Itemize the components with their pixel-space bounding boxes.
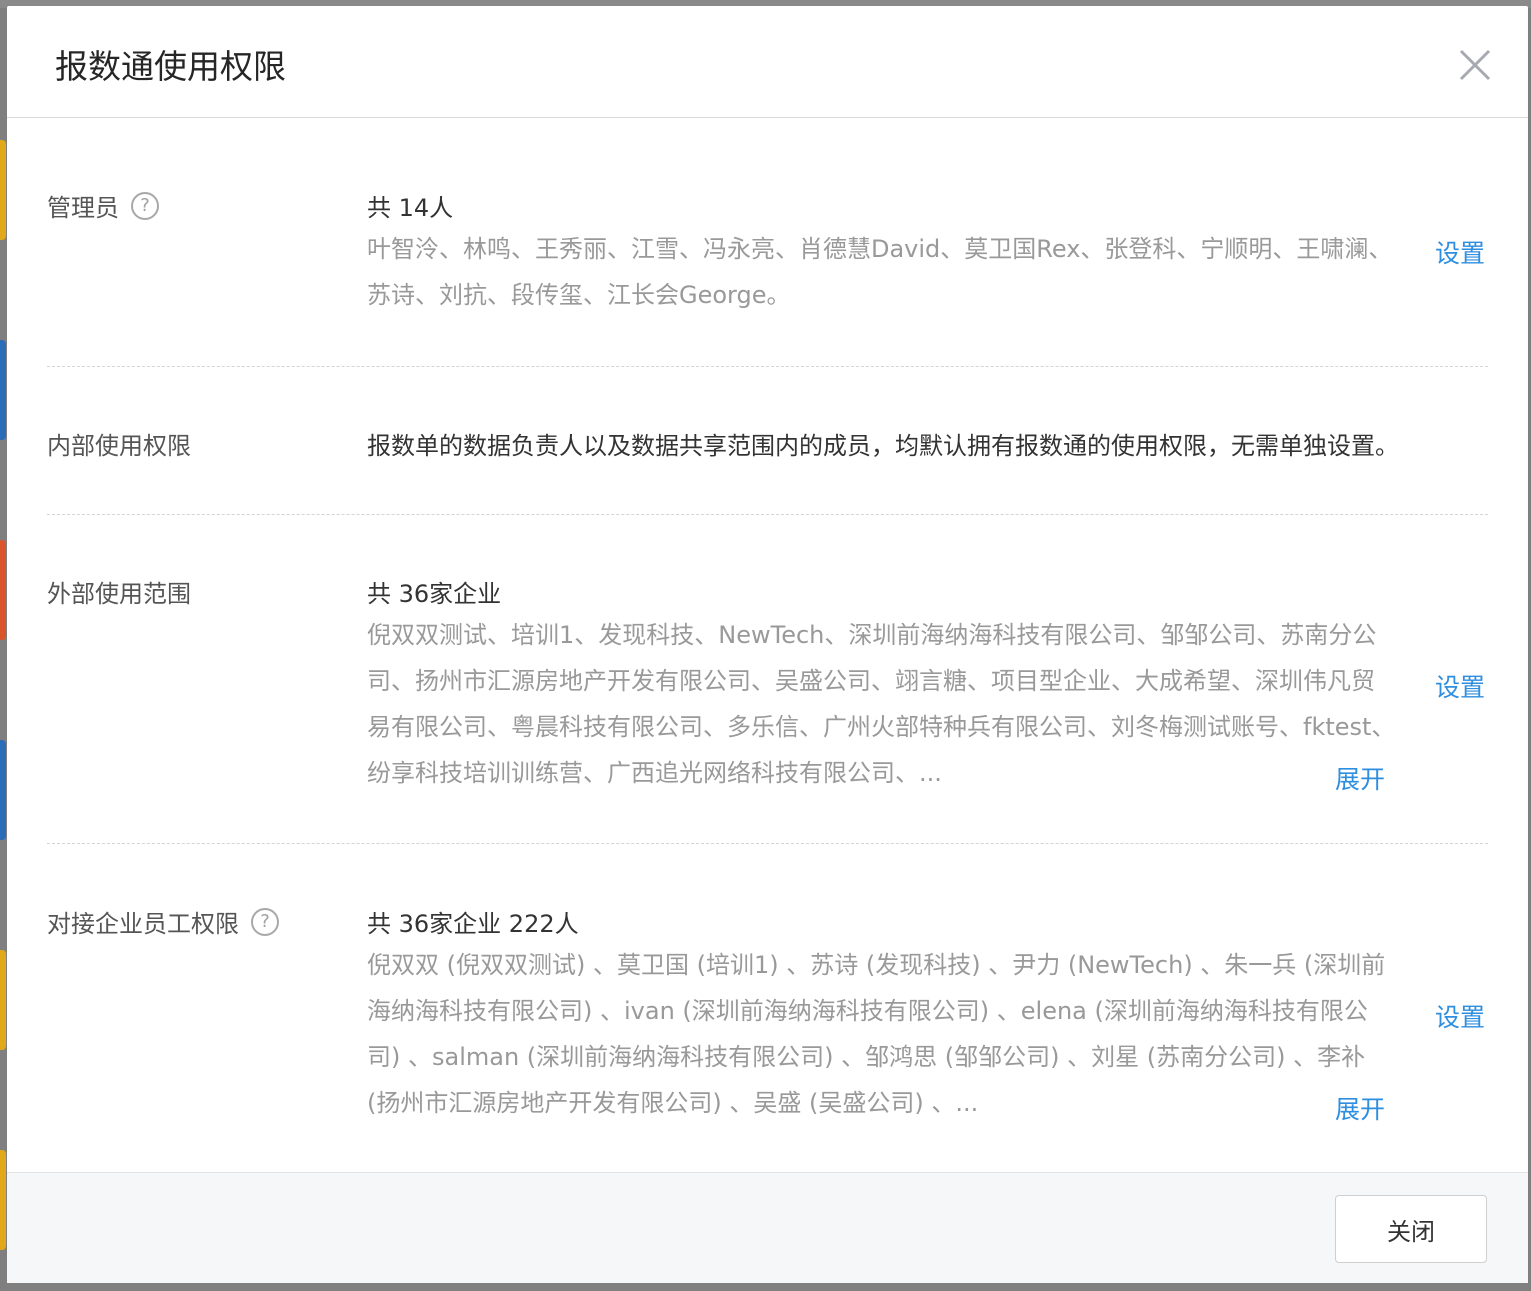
internal-label: 内部使用权限 <box>47 432 191 460</box>
dialog-header: 报数通使用权限 <box>7 6 1528 118</box>
section-divider <box>47 366 1488 367</box>
external-settings-link[interactable]: 设置 <box>1435 668 1485 704</box>
partner-settings-link[interactable]: 设置 <box>1435 998 1485 1034</box>
admin-section: 管理员 ? 共 14人 叶智泠、林鸣、王秀丽、江雪、冯永亮、肖德慧David、莫… <box>47 186 1488 316</box>
admin-label-text: 管理员 <box>47 194 119 222</box>
section-divider <box>47 514 1488 515</box>
section-divider <box>47 843 1488 844</box>
external-expand-link[interactable]: 展开 <box>1335 760 1385 796</box>
admin-settings-link[interactable]: 设置 <box>1435 234 1485 270</box>
external-label: 外部使用范围 <box>47 580 191 608</box>
background-accent <box>0 540 6 640</box>
partner-label: 对接企业员工权限 ? <box>47 904 279 939</box>
help-icon[interactable]: ? <box>251 907 279 936</box>
internal-description: 报数单的数据负责人以及数据共享范围内的成员，均默认拥有报数通的使用权限，无需单独… <box>367 432 1399 460</box>
partner-section: 对接企业员工权限 ? 共 36家企业 222人 倪双双 (倪双双测试) 、莫卫国… <box>47 902 1488 1132</box>
background-accent <box>0 950 6 1050</box>
admin-count: 共 14人 <box>367 194 454 222</box>
admin-names: 叶智泠、林鸣、王秀丽、江雪、冯永亮、肖德慧David、莫卫国Rex、张登科、宁顺… <box>367 235 1393 309</box>
close-icon[interactable] <box>1458 48 1492 82</box>
partner-label-text: 对接企业员工权限 <box>47 910 239 938</box>
internal-section: 内部使用权限 报数单的数据负责人以及数据共享范围内的成员，均默认拥有报数通的使用… <box>47 426 1488 466</box>
partner-count: 共 36家企业 222人 <box>367 910 579 938</box>
external-section: 外部使用范围 共 36家企业 倪双双测试、培训1、发现科技、NewTech、深圳… <box>47 572 1488 802</box>
external-count: 共 36家企业 <box>367 580 502 608</box>
permission-dialog: 报数通使用权限 管理员 ? 共 14人 叶智泠、林鸣、王秀丽、江雪、冯永亮、肖德… <box>7 6 1528 1283</box>
admin-label: 管理员 ? <box>47 188 159 223</box>
background-accent <box>0 140 6 240</box>
close-icon-glyph <box>1459 49 1491 81</box>
partner-expand-link[interactable]: 展开 <box>1335 1090 1385 1126</box>
dialog-title: 报数通使用权限 <box>55 47 286 86</box>
help-icon[interactable]: ? <box>131 191 159 220</box>
background-accent <box>0 1150 6 1250</box>
external-company-names: 倪双双测试、培训1、发现科技、NewTech、深圳前海纳海科技有限公司、邹邹公司… <box>367 621 1396 787</box>
dialog-footer: 关闭 <box>7 1172 1528 1283</box>
close-button[interactable]: 关闭 <box>1335 1195 1487 1263</box>
partner-employee-names: 倪双双 (倪双双测试) 、莫卫国 (培训1) 、苏诗 (发现科技) 、尹力 (N… <box>367 951 1386 1117</box>
background-accent <box>0 340 6 440</box>
background-accent <box>0 740 6 840</box>
